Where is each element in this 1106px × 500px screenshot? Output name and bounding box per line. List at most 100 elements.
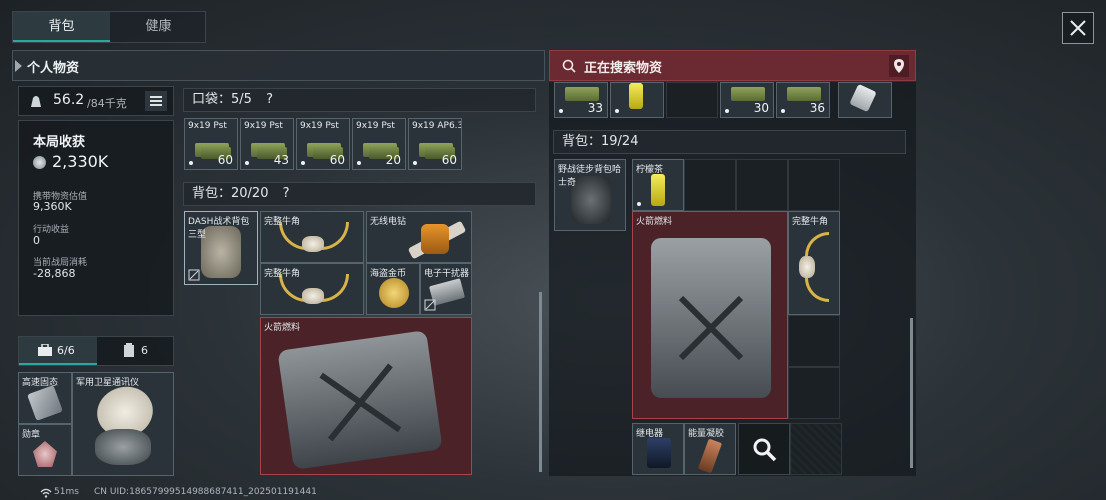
search-top-item-4[interactable]: 36 <box>776 82 830 118</box>
unequip-icon <box>424 299 436 311</box>
action-value: 0 <box>33 234 40 247</box>
secure-tabs: 6/6 6 <box>18 336 174 366</box>
backpack-header: 背包：20/20 <box>192 186 269 201</box>
ping-value: 51ms <box>54 487 79 497</box>
item-label: 继电器 <box>636 429 664 439</box>
weight-value: 56.2 <box>53 92 85 108</box>
search-pending-slot[interactable] <box>738 423 790 475</box>
tab-backpack[interactable]: 背包 <box>13 12 110 42</box>
item-medal[interactable]: 勋章 <box>18 424 72 476</box>
close-button[interactable] <box>1062 12 1094 44</box>
search-empty-slot <box>684 159 736 211</box>
search-item-energy-gel[interactable]: 能量凝胶 <box>684 423 736 475</box>
weight-panel: 56.2 /84千克 <box>18 86 174 116</box>
tab-secure-case[interactable]: 6/6 <box>19 337 97 365</box>
search-empty-slot <box>790 423 842 475</box>
pocket-help-icon[interactable]: ? <box>266 92 273 107</box>
weight-icon <box>31 96 41 107</box>
item-label: 野战徒步背包哈士奇 <box>558 165 622 188</box>
left-header-title: 个人物资 <box>27 61 80 76</box>
search-empty-slot <box>788 367 840 419</box>
search-icon <box>562 59 576 73</box>
pocket-item-4[interactable]: 9x19 Pst 20 <box>352 118 406 170</box>
left-header: 个人物资 <box>12 50 545 81</box>
item-label: 完整牛角 <box>792 217 829 227</box>
item-cordless-drill[interactable]: 无线电钻 <box>366 211 472 263</box>
item-ssd[interactable]: 高速固态 <box>18 372 72 424</box>
item-horn-2[interactable]: 完整牛角 <box>260 263 364 315</box>
secure-count-2: 6 <box>141 344 148 357</box>
item-label: 9x19 Pst <box>300 121 339 131</box>
item-label: 电子干扰器 <box>424 269 470 279</box>
item-label: 勋章 <box>22 430 41 440</box>
item-count: 43 <box>273 153 289 167</box>
search-top-item-2[interactable] <box>610 82 664 118</box>
right-header-title: 正在搜索物资 <box>584 61 663 76</box>
consume-value: -28,868 <box>33 267 76 280</box>
item-label: 军用卫星通讯仪 <box>76 378 140 388</box>
tab-health[interactable]: 健康 <box>110 12 207 42</box>
search-item-horn[interactable]: 完整牛角 <box>788 211 840 315</box>
item-label: 海盗金币 <box>370 269 407 279</box>
item-label: 9x19 AP6.3 <box>412 121 462 131</box>
item-label: 柠檬茶 <box>636 165 664 175</box>
item-label: 9x19 Pst <box>244 121 283 131</box>
item-count: 30 <box>753 101 769 115</box>
item-label: 9x19 Pst <box>356 121 395 131</box>
item-label: 9x19 Pst <box>188 121 227 131</box>
search-item-lemon-tea[interactable]: 柠檬茶 <box>632 159 684 211</box>
search-item-hiking-bag[interactable]: 野战徒步背包哈士奇 <box>554 159 626 231</box>
search-backpack-bar: 背包：19/24 <box>553 130 906 154</box>
item-count: 60 <box>441 153 457 167</box>
right-scrollbar[interactable] <box>910 318 913 468</box>
search-empty-slot <box>736 159 788 211</box>
left-scrollbar[interactable] <box>539 292 542 472</box>
stats-title: 本局收获 <box>33 135 86 150</box>
briefcase-icon <box>38 344 52 356</box>
item-horn-1[interactable]: 完整牛角 <box>260 211 364 263</box>
location-button[interactable] <box>889 55 909 77</box>
item-label: 能量凝胶 <box>688 429 725 439</box>
list-button[interactable] <box>145 91 167 111</box>
item-satellite-phone[interactable]: 军用卫星通讯仪 <box>72 372 174 476</box>
right-header: 正在搜索物资 <box>549 50 916 81</box>
search-item-relay[interactable]: 继电器 <box>632 423 684 475</box>
uid-text: CN UID:18657999514988687411_202501191441 <box>94 487 317 497</box>
item-pirate-coin[interactable]: 海盗金币 <box>366 263 420 315</box>
stats-panel: 本局收获 2,330K 携带物资估值 9,360K 行动收益 0 当前战局消耗 … <box>18 120 174 316</box>
item-count: 20 <box>385 153 401 167</box>
close-icon <box>1070 20 1086 36</box>
tab-bar: 背包 健康 <box>12 11 206 43</box>
item-count: 60 <box>217 153 233 167</box>
stats-value: 2,330K <box>52 152 109 171</box>
wifi-icon <box>40 488 52 498</box>
tab-secure-box[interactable]: 6 <box>97 337 175 365</box>
item-count: 60 <box>329 153 345 167</box>
carry-value: 9,360K <box>33 200 72 213</box>
item-count: 33 <box>587 101 603 115</box>
caret-icon <box>15 60 22 72</box>
pocket-item-3[interactable]: 9x19 Pst 60 <box>296 118 350 170</box>
pocket-item-1[interactable]: 9x19 Pst 60 <box>184 118 238 170</box>
search-item-rocket-fuel[interactable]: 火箭燃料 <box>632 211 788 419</box>
search-top-item-1[interactable]: 33 <box>554 82 608 118</box>
search-top-empty <box>666 82 718 118</box>
backpack-help-icon[interactable]: ? <box>283 186 290 201</box>
pocket-item-5[interactable]: 9x19 AP6.3 60 <box>408 118 462 170</box>
pocket-bar: 口袋：5/5 ? <box>183 88 536 112</box>
item-label: DASH战术背包三型 <box>188 217 250 240</box>
coin-icon <box>33 156 46 169</box>
location-pin-icon <box>894 59 904 73</box>
item-label: 火箭燃料 <box>636 217 673 227</box>
pocket-item-2[interactable]: 9x19 Pst 43 <box>240 118 294 170</box>
item-label: 高速固态 <box>22 378 59 388</box>
backpack-bar: 背包：20/20 ? <box>183 182 536 206</box>
item-jammer[interactable]: 电子干扰器 <box>420 263 472 315</box>
magnifier-icon <box>753 438 777 462</box>
item-rocket-fuel[interactable]: 火箭燃料 <box>260 317 472 475</box>
item-label: 火箭燃料 <box>264 323 301 333</box>
search-top-item-5[interactable] <box>838 82 892 118</box>
search-top-item-3[interactable]: 30 <box>720 82 774 118</box>
item-dash-backpack[interactable]: DASH战术背包三型 <box>184 211 258 285</box>
item-label: 完整牛角 <box>264 217 301 227</box>
